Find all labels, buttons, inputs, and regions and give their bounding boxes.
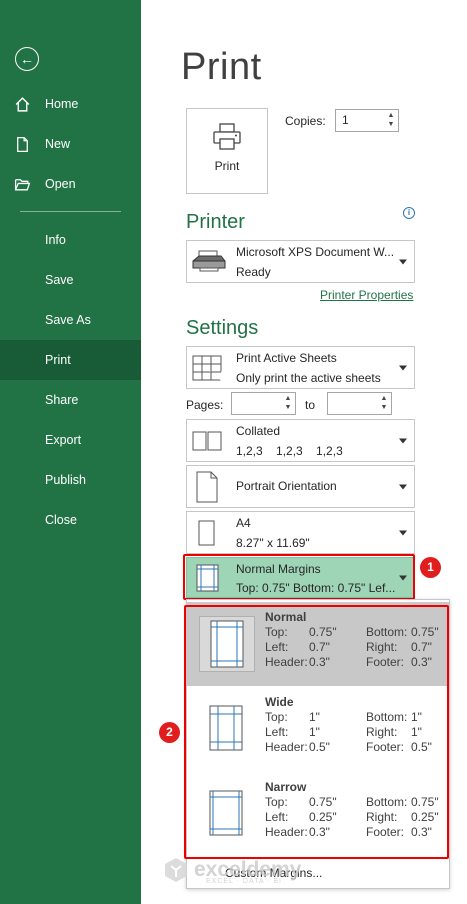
paper-size-icon xyxy=(198,520,215,545)
watermark-tagline: EXCEL · DATA · BI xyxy=(206,878,282,885)
pages-from-input[interactable]: ▲ ▼ xyxy=(231,392,296,415)
orientation-dropdown[interactable]: Portrait Orientation xyxy=(186,465,415,508)
exceldemy-logo-icon xyxy=(165,858,187,882)
collated-pages-icon xyxy=(192,431,222,450)
printer-device-icon xyxy=(192,250,226,271)
sidebar-item-publish[interactable]: Publish xyxy=(0,460,141,500)
print-what-desc: Only print the active sheets xyxy=(236,371,381,385)
orientation-title: Portrait Orientation xyxy=(236,479,337,493)
pages-from-spinner[interactable]: ▲ ▼ xyxy=(283,394,293,413)
printer-properties-link[interactable]: Printer Properties xyxy=(320,288,413,302)
sidebar-divider xyxy=(20,211,121,212)
print-button-label: Print xyxy=(214,159,240,173)
sidebar-item-open[interactable]: Open xyxy=(0,164,141,204)
print-what-title: Print Active Sheets xyxy=(236,351,337,365)
sidebar-item-print[interactable]: Print xyxy=(0,340,141,380)
settings-section-title: Settings xyxy=(186,317,259,339)
sidebar-item-export[interactable]: Export xyxy=(0,420,141,460)
sidebar-item-share[interactable]: Share xyxy=(0,380,141,420)
exceldemy-watermark: exceldemy EXCEL · DATA · BI xyxy=(162,856,301,885)
sidebar-item-home[interactable]: Home xyxy=(0,84,141,124)
sidebar-item-save-as[interactable]: Save As xyxy=(0,300,141,340)
sidebar-item-save[interactable]: Save xyxy=(0,260,141,300)
step-badge-1: 1 xyxy=(420,557,441,578)
collation-title: Collated xyxy=(236,424,281,438)
copies-spinner[interactable]: ▲ ▼ xyxy=(386,111,396,130)
open-folder-icon xyxy=(0,176,44,193)
highlight-box-margins xyxy=(183,554,415,600)
printer-section-title: Printer xyxy=(186,211,245,233)
highlight-box-margin-options xyxy=(184,605,449,859)
new-document-icon xyxy=(0,136,44,153)
portrait-page-icon xyxy=(196,471,218,502)
page-title: Print xyxy=(181,46,262,88)
printer-icon xyxy=(213,123,241,150)
chevron-down-icon xyxy=(399,365,407,370)
pages-label: Pages: xyxy=(186,398,224,412)
pages-to-spinner[interactable]: ▲ ▼ xyxy=(379,394,389,413)
printer-status: Ready xyxy=(236,265,271,279)
sidebar-item-info[interactable]: Info xyxy=(0,220,141,260)
paper-size-title: A4 xyxy=(236,516,251,530)
copies-value: 1 xyxy=(342,113,349,127)
chevron-down-icon xyxy=(399,438,407,443)
step-badge-2: 2 xyxy=(159,722,180,743)
printer-name: Microsoft XPS Document W... xyxy=(236,245,395,259)
pages-to-label: to xyxy=(305,398,316,412)
paper-size-dropdown[interactable]: A4 8.27" x 11.69" xyxy=(186,511,415,554)
print-button[interactable]: Print xyxy=(186,108,268,194)
paper-size-desc: 8.27" x 11.69" xyxy=(236,536,310,550)
collation-desc: 1,2,3 1,2,3 1,2,3 xyxy=(236,444,343,458)
copies-input[interactable]: 1 ▲ ▼ xyxy=(335,109,399,132)
backstage-sidebar: ← Home New Open Info Save Save As Print … xyxy=(0,0,141,904)
sidebar-item-new[interactable]: New xyxy=(0,124,141,164)
printer-dropdown[interactable]: Microsoft XPS Document W... Ready xyxy=(186,240,415,283)
sidebar-item-close[interactable]: Close xyxy=(0,500,141,540)
collation-dropdown[interactable]: Collated 1,2,3 1,2,3 1,2,3 xyxy=(186,419,415,462)
copies-label: Copies: xyxy=(285,114,326,128)
chevron-down-icon xyxy=(399,259,407,264)
sheet-grid-icon xyxy=(192,355,222,381)
arrow-left-circle-icon[interactable]: ← xyxy=(15,47,39,71)
pages-to-input[interactable]: ▲ ▼ xyxy=(327,392,392,415)
home-icon xyxy=(0,96,44,113)
chevron-down-icon xyxy=(399,484,407,489)
print-what-dropdown[interactable]: Print Active Sheets Only print the activ… xyxy=(186,346,415,389)
chevron-down-icon xyxy=(399,530,407,535)
info-icon[interactable]: i xyxy=(403,207,415,219)
